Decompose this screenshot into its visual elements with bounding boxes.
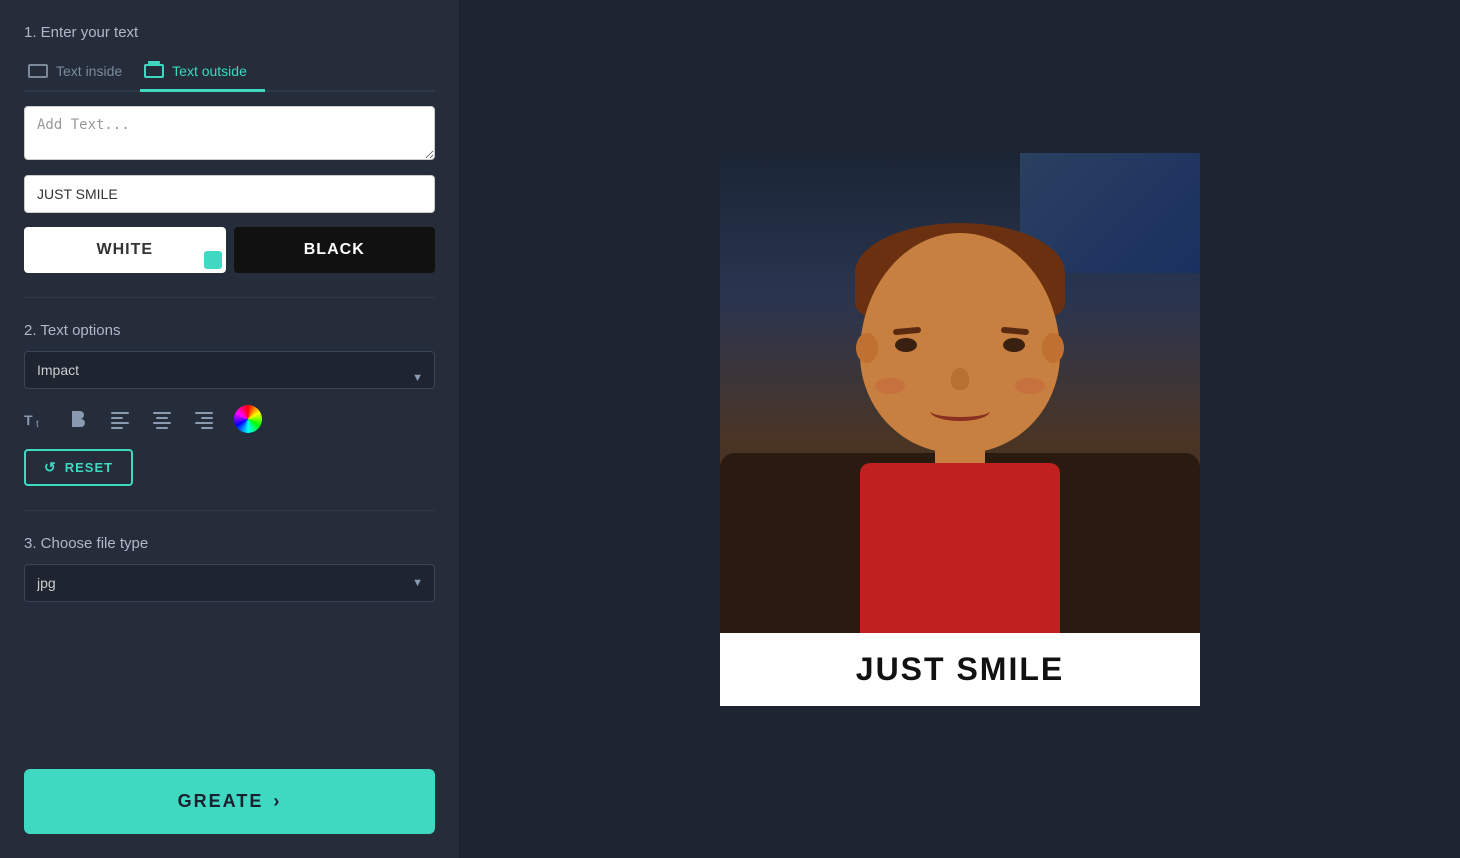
boy-eye-left <box>895 338 917 352</box>
svg-text:T: T <box>24 412 33 428</box>
meme-container: JUST SMILE <box>720 153 1200 706</box>
font-select[interactable]: Impact Arial Comic Sans MS Georgia Times… <box>24 351 435 389</box>
reset-button[interactable]: ↺ RESET <box>24 449 133 486</box>
section-1: 1. Enter your text Text inside Text outs… <box>24 24 435 273</box>
font-select-wrapper: Impact Arial Comic Sans MS Georgia Times… <box>24 351 435 405</box>
boy-eye-right <box>1003 338 1025 352</box>
boy-nose <box>951 368 969 390</box>
text-input-bottom[interactable] <box>24 175 435 213</box>
color-buttons: WHITE BLACK <box>24 227 435 273</box>
greate-arrow-icon: › <box>273 791 281 812</box>
filetype-select[interactable]: jpg png gif <box>24 564 435 602</box>
text-input-top[interactable] <box>24 106 435 160</box>
filetype-select-wrapper: jpg png gif <box>24 564 435 602</box>
align-right-icon[interactable] <box>192 407 216 431</box>
divider-2 <box>24 510 435 511</box>
section-3-title: 3. Choose file type <box>24 535 435 552</box>
greate-label: GREATE <box>178 791 264 812</box>
svg-text:t: t <box>36 419 39 430</box>
boy-ear-right <box>1042 333 1064 363</box>
boy-ear-left <box>856 333 878 363</box>
text-outside-icon <box>144 64 164 78</box>
btn-black[interactable]: BLACK <box>234 227 436 273</box>
tab-inside-label: Text inside <box>56 63 122 79</box>
section-2-title: 2. Text options <box>24 322 435 339</box>
section-1-title: 1. Enter your text <box>24 24 435 41</box>
reset-label: RESET <box>65 460 113 475</box>
align-center-icon[interactable] <box>150 407 174 431</box>
btn-white[interactable]: WHITE <box>24 227 226 273</box>
boy-shirt <box>860 463 1060 633</box>
reset-icon: ↺ <box>44 459 57 476</box>
text-inside-icon <box>28 64 48 78</box>
right-panel: JUST SMILE <box>460 0 1460 858</box>
bold-icon[interactable] <box>66 407 90 431</box>
meme-caption: JUST SMILE <box>720 633 1200 706</box>
tabs: Text inside Text outside <box>24 53 435 92</box>
align-left-icon[interactable] <box>108 407 132 431</box>
boy-smile <box>930 401 990 421</box>
left-panel: 1. Enter your text Text inside Text outs… <box>0 0 460 858</box>
tab-text-inside[interactable]: Text inside <box>24 53 140 92</box>
divider-1 <box>24 297 435 298</box>
tab-text-outside[interactable]: Text outside <box>140 53 265 92</box>
text-tools: T t <box>24 405 435 433</box>
color-picker-icon[interactable] <box>234 405 262 433</box>
greate-button[interactable]: GREATE › <box>24 769 435 834</box>
cheek-left <box>875 378 905 394</box>
cheek-right <box>1015 378 1045 394</box>
tab-outside-label: Text outside <box>172 63 247 79</box>
font-size-icon[interactable]: T t <box>24 407 48 431</box>
section-3: 3. Choose file type jpg png gif <box>24 535 435 602</box>
meme-image <box>720 153 1200 633</box>
section-2: 2. Text options Impact Arial Comic Sans … <box>24 322 435 486</box>
